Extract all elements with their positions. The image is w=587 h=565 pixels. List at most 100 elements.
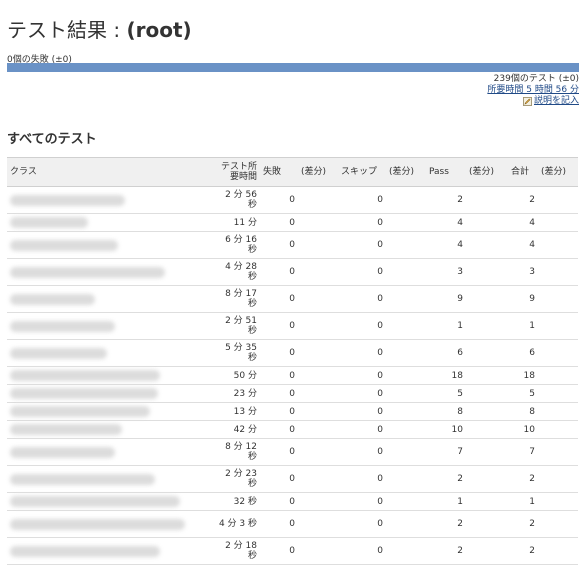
cell-pass-diff (466, 492, 508, 511)
cell-duration: 4 分 3 秒 (212, 510, 260, 538)
column-header-pass-diff[interactable]: (差分) (466, 157, 508, 187)
edit-description-link-row[interactable]: 説明を記入 (523, 96, 579, 107)
section-all-tests-title: すべてのテスト (7, 132, 97, 147)
column-header-fail[interactable]: 失敗 (260, 157, 298, 187)
cell-total-diff (538, 285, 578, 313)
table-row: 2 分 23 秒0022 (7, 465, 578, 493)
class-name-redacted[interactable] (7, 537, 212, 565)
class-name-redacted[interactable] (7, 285, 212, 313)
table-row: 4 分 28 秒0033 (7, 258, 578, 286)
cell-pass-diff (466, 285, 508, 313)
column-header-duration[interactable]: テスト所要時間 (212, 157, 260, 187)
test-count: 239個のテスト (±0) (493, 74, 579, 84)
cell-pass-diff (466, 312, 508, 340)
table-row: 13 分0088 (7, 402, 578, 421)
cell-total-diff (538, 402, 578, 421)
cell-skip: 0 (338, 213, 386, 232)
table-row: 8 分 17 秒0099 (7, 285, 578, 313)
cell-duration: 6 分 16 秒 (212, 231, 260, 259)
cell-duration: 32 秒 (212, 492, 260, 511)
cell-fail: 0 (260, 510, 298, 538)
table-row: 4 分 3 秒0022 (7, 510, 578, 538)
class-name-redacted[interactable] (7, 402, 212, 421)
column-header-skip[interactable]: スキップ (338, 157, 386, 187)
cell-duration: 2 分 18 秒 (212, 537, 260, 565)
cell-fail: 0 (260, 213, 298, 232)
table-header-row: クラス テスト所要時間 失敗 (差分) スキップ (差分) Pass (差分) … (7, 157, 578, 187)
cell-fail: 0 (260, 537, 298, 565)
cell-skip-diff (386, 366, 426, 385)
class-name-redacted[interactable] (7, 384, 212, 403)
column-header-fail-diff[interactable]: (差分) (298, 157, 338, 187)
cell-skip-diff (386, 186, 426, 214)
cell-total-diff (538, 186, 578, 214)
cell-pass-diff (466, 186, 508, 214)
cell-duration: 42 分 (212, 420, 260, 439)
table-row: 32 秒0011 (7, 492, 578, 511)
cell-skip: 0 (338, 366, 386, 385)
cell-pass-diff (466, 231, 508, 259)
class-name-redacted[interactable] (7, 438, 212, 466)
class-name-redacted[interactable] (7, 492, 212, 511)
cell-total: 10 (508, 420, 538, 439)
cell-pass-diff (466, 465, 508, 493)
cell-skip: 0 (338, 231, 386, 259)
class-name-redacted[interactable] (7, 420, 212, 439)
class-name-redacted[interactable] (7, 339, 212, 367)
cell-total-diff (538, 231, 578, 259)
cell-pass: 2 (426, 186, 466, 214)
cell-pass-diff (466, 339, 508, 367)
cell-skip: 0 (338, 402, 386, 421)
cell-skip: 0 (338, 492, 386, 511)
cell-skip-diff (386, 384, 426, 403)
cell-fail: 0 (260, 339, 298, 367)
cell-fail-diff (298, 285, 338, 313)
cell-pass: 3 (426, 258, 466, 286)
cell-duration: 13 分 (212, 402, 260, 421)
cell-skip-diff (386, 537, 426, 565)
cell-total: 2 (508, 510, 538, 538)
class-name-redacted[interactable] (7, 312, 212, 340)
cell-pass-diff (466, 537, 508, 565)
duration-link[interactable]: 所要時間 5 時間 56 分 (487, 85, 579, 95)
summary-info: 239個のテスト (±0) 所要時間 5 時間 56 分 説明を記入 (487, 74, 579, 110)
cell-total-diff (538, 384, 578, 403)
cell-total: 2 (508, 537, 538, 565)
cell-fail: 0 (260, 402, 298, 421)
page-title-root: (root) (126, 18, 192, 42)
cell-skip-diff (386, 492, 426, 511)
column-header-pass[interactable]: Pass (426, 157, 466, 187)
cell-pass-diff (466, 438, 508, 466)
cell-skip: 0 (338, 186, 386, 214)
progress-bar-pass-fill (7, 63, 579, 72)
column-header-class[interactable]: クラス (7, 157, 212, 187)
cell-skip-diff (386, 258, 426, 286)
column-header-total-diff[interactable]: (差分) (538, 157, 578, 187)
class-name-redacted[interactable] (7, 258, 212, 286)
class-name-redacted[interactable] (7, 231, 212, 259)
cell-fail-diff (298, 186, 338, 214)
cell-skip: 0 (338, 285, 386, 313)
cell-pass: 4 (426, 213, 466, 232)
class-name-redacted[interactable] (7, 213, 212, 232)
cell-fail-diff (298, 339, 338, 367)
cell-total-diff (538, 312, 578, 340)
cell-pass: 10 (426, 420, 466, 439)
cell-skip: 0 (338, 258, 386, 286)
class-name-redacted[interactable] (7, 366, 212, 385)
class-name-redacted[interactable] (7, 186, 212, 214)
cell-total-diff (538, 492, 578, 511)
cell-total-diff (538, 258, 578, 286)
cell-total-diff (538, 339, 578, 367)
cell-pass: 2 (426, 510, 466, 538)
cell-total-diff (538, 420, 578, 439)
class-name-redacted[interactable] (7, 510, 212, 538)
cell-total-diff (538, 510, 578, 538)
table-row: 42 分 0 0 10 10 (7, 420, 578, 439)
class-name-redacted[interactable] (7, 465, 212, 493)
column-header-skip-diff[interactable]: (差分) (386, 157, 426, 187)
edit-description-link[interactable]: 説明を記入 (534, 96, 579, 107)
cell-total: 1 (508, 312, 538, 340)
cell-skip-diff (386, 312, 426, 340)
column-header-total[interactable]: 合計 (508, 157, 538, 187)
